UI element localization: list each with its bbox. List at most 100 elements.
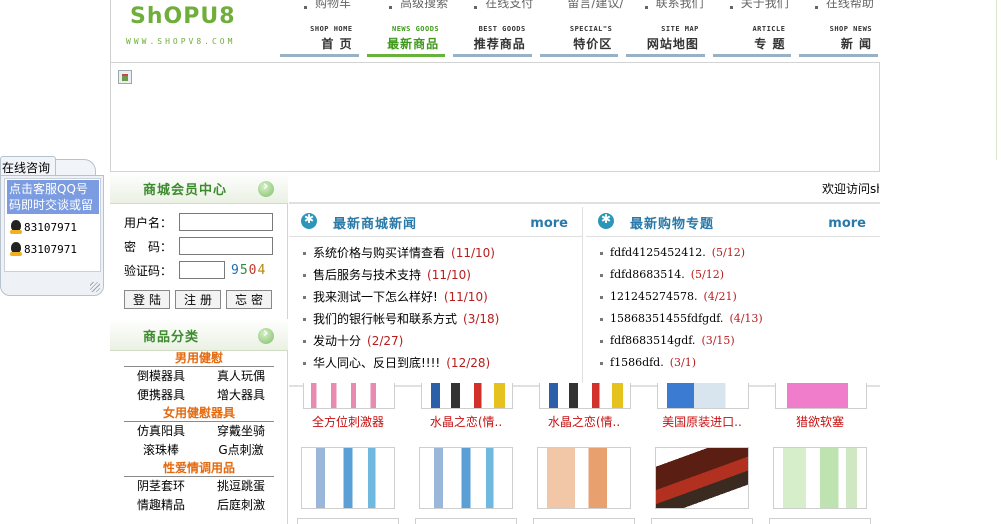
product-card[interactable] xyxy=(289,447,407,511)
product-name[interactable]: 水晶之恋(情.. xyxy=(407,413,525,430)
top-menu-about[interactable]: 关于我们 xyxy=(708,0,793,14)
product-card[interactable]: 美国原装进口.. xyxy=(643,383,761,431)
product-image[interactable] xyxy=(301,447,395,509)
product-card[interactable] xyxy=(761,517,879,524)
nav-tab-shop-news[interactable]: SHOP NEWS 新 闻 xyxy=(799,20,879,57)
product-card[interactable] xyxy=(407,447,525,511)
category-group-title[interactable]: 女用健慰器具 xyxy=(124,405,274,422)
product-image[interactable] xyxy=(303,383,395,409)
product-image[interactable] xyxy=(775,383,867,409)
asterisk-icon xyxy=(598,212,614,229)
category-link[interactable]: 便携器具 xyxy=(121,386,201,405)
product-card[interactable] xyxy=(761,447,879,511)
product-name[interactable]: 水晶之恋(情.. xyxy=(525,413,643,430)
nav-tab-specials[interactable]: SPECIAL"S 特价区 xyxy=(539,20,619,57)
news-item[interactable]: 售后服务与技术支持 (11/10) xyxy=(303,264,573,286)
logo-subtitle: WWW.SHOPV8.COM xyxy=(126,37,236,46)
product-card[interactable]: 水晶之恋(情.. xyxy=(525,383,643,431)
news-item[interactable]: 发动十分 (2/27) xyxy=(303,330,573,352)
product-name[interactable]: 全方位刺激器 xyxy=(289,413,407,430)
category-group-title[interactable]: 男用健慰 xyxy=(124,350,274,367)
product-card[interactable] xyxy=(407,517,525,524)
product-name[interactable]: 美国原装进口.. xyxy=(643,413,761,430)
news-item[interactable]: 华人同心、反日到底!!!! (12/28) xyxy=(303,352,573,374)
category-group-title[interactable]: 性爱情调用品 xyxy=(124,460,274,477)
top-menu-advanced-search[interactable]: 高级搜索 xyxy=(367,0,452,14)
top-menu: 购物车 高级搜索 在线支付 留言/建议/投诉 联系我们 关于我们 在线帮助 xyxy=(282,0,878,14)
topic-item[interactable]: 121245274578. (4/21) xyxy=(600,286,870,308)
product-image[interactable] xyxy=(297,518,399,524)
product-card[interactable] xyxy=(289,517,407,524)
news-header: 最新商城新闻 more xyxy=(289,207,582,237)
captcha-input[interactable] xyxy=(179,261,225,279)
product-card[interactable] xyxy=(643,447,761,511)
username-input[interactable] xyxy=(179,213,273,231)
product-image[interactable] xyxy=(537,447,631,509)
topic-item[interactable]: 15868351455fdfgdf. (4/13) xyxy=(600,308,870,330)
category-link[interactable]: 真人玩偶 xyxy=(201,367,281,386)
site-logo[interactable]: ShOPU8 WWW.SHOPV8.COM xyxy=(110,0,280,62)
category-link[interactable]: 增大器具 xyxy=(201,386,281,405)
login-button[interactable]: 登陆 xyxy=(124,290,170,309)
qq-contact[interactable]: 83107971 xyxy=(9,218,77,236)
top-menu-help[interactable]: 在线帮助 xyxy=(793,0,878,14)
topic-item[interactable]: fdf8683514gdf. (3/15) xyxy=(600,330,870,352)
product-card[interactable] xyxy=(525,517,643,524)
product-image[interactable] xyxy=(419,447,513,509)
password-input[interactable] xyxy=(179,237,273,255)
product-card[interactable]: 全方位刺激器 xyxy=(289,383,407,431)
top-menu-contact[interactable]: 联系我们 xyxy=(623,0,708,14)
nav-tab-best-goods[interactable]: BEST GOODS 推荐商品 xyxy=(453,20,532,57)
topics-more-link[interactable]: more xyxy=(828,216,866,231)
category-link[interactable]: 后庭刺激 xyxy=(201,496,281,515)
left-sidebar: 商城会员中心 用户名： 密 码： 验证码： 9504 登陆 注册 忘密 商品分类… xyxy=(110,172,288,524)
category-link[interactable]: 情趣精品 xyxy=(121,496,201,515)
category-link[interactable]: 挑逗跳蛋 xyxy=(201,477,281,496)
product-card[interactable]: 水晶之恋(情.. xyxy=(407,383,525,431)
arrow-right-icon xyxy=(258,179,274,197)
top-menu-cart[interactable]: 购物车 xyxy=(282,0,367,14)
product-image[interactable] xyxy=(533,518,635,524)
forgot-password-button[interactable]: 忘密 xyxy=(226,290,272,309)
category-link[interactable]: 仿真阳具 xyxy=(121,422,201,441)
category-link[interactable]: 穿戴坐骑 xyxy=(201,422,281,441)
product-image[interactable] xyxy=(769,518,871,524)
topic-item[interactable]: fdfd8683514. (5/12) xyxy=(600,264,870,286)
product-name[interactable]: 猎欲软塞 xyxy=(761,413,879,430)
topics-header: 最新购物专题 more xyxy=(586,207,880,237)
qq-online-widget: 在线咨询 点击客服QQ号码即时交谈或留言 83107971 83107971 xyxy=(0,156,104,296)
news-item[interactable]: 我来测试一下怎么样好! (11/10) xyxy=(303,286,573,308)
username-row: 用户名： xyxy=(124,212,273,232)
news-item[interactable]: 我们的银行帐号和联系方式 (3/18) xyxy=(303,308,573,330)
product-image[interactable] xyxy=(651,518,753,524)
topic-item[interactable]: fdfd4125452412. (5/12) xyxy=(600,242,870,264)
welcome-text: 欢迎访问shopv8 xyxy=(822,182,879,196)
product-image[interactable] xyxy=(657,383,749,409)
password-row: 密 码： xyxy=(124,236,273,256)
news-item[interactable]: 系统价格与购买详情查看 (11/10) xyxy=(303,242,573,264)
news-more-link[interactable]: more xyxy=(530,216,568,231)
category-link[interactable]: 倒模器具 xyxy=(121,367,201,386)
nav-tab-home[interactable]: SHOP HOME 首 页 xyxy=(280,20,359,57)
top-menu-feedback[interactable]: 留言/建议/投诉 xyxy=(537,0,622,14)
product-card[interactable] xyxy=(643,517,761,524)
product-card[interactable] xyxy=(525,447,643,511)
nav-tab-article[interactable]: ARTICLE 专 题 xyxy=(712,20,792,57)
category-link[interactable]: 阴茎套环 xyxy=(121,477,201,496)
product-image[interactable] xyxy=(655,447,749,509)
category-link[interactable]: G点刺激 xyxy=(201,441,281,460)
topic-item[interactable]: f1586dfd. (3/1) xyxy=(600,352,870,374)
nav-tab-site-map[interactable]: SITE MAP 网站地图 xyxy=(626,20,705,57)
asterisk-icon xyxy=(301,212,317,229)
category-link[interactable]: 滚珠棒 xyxy=(121,441,201,460)
qq-contact[interactable]: 83107971 xyxy=(9,240,77,258)
product-image[interactable] xyxy=(415,518,517,524)
product-image[interactable] xyxy=(421,383,513,409)
register-button[interactable]: 注册 xyxy=(175,290,221,309)
top-menu-online-payment[interactable]: 在线支付 xyxy=(452,0,537,14)
product-card[interactable]: 猎欲软塞 xyxy=(761,383,879,431)
product-image[interactable] xyxy=(539,383,631,409)
nav-tab-new-goods[interactable]: NEWS GOODS 最新商品 xyxy=(366,20,446,57)
product-image[interactable] xyxy=(773,447,867,509)
resize-grip-icon[interactable] xyxy=(90,282,100,292)
